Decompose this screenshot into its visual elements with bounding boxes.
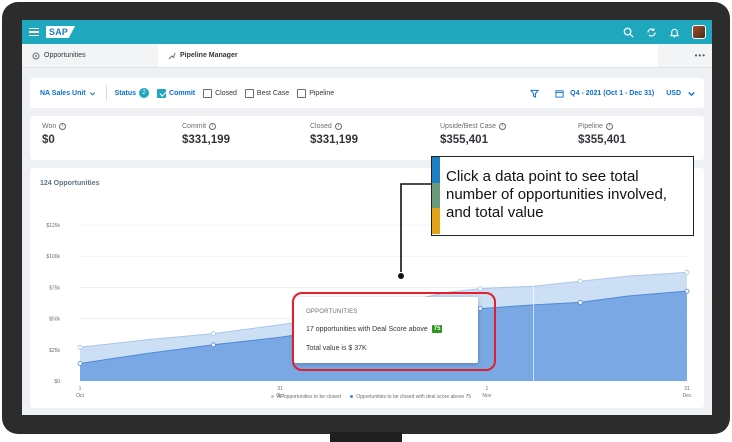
kpi-label: Upside/Best Case: [440, 123, 497, 130]
info-icon[interactable]: i: [334, 123, 342, 130]
data-point-scored: [577, 299, 583, 305]
bell-icon[interactable]: [669, 27, 680, 38]
x-tick-day: 1: [485, 386, 488, 392]
sync-icon[interactable]: [646, 27, 657, 38]
tab-opportunities[interactable]: Opportunities: [22, 44, 158, 67]
divider: [105, 85, 107, 101]
filter-icon[interactable]: [530, 89, 540, 98]
tab-label: Opportunities: [44, 52, 86, 59]
kpi-label: Won: [42, 123, 57, 130]
data-point-all: [577, 278, 583, 284]
checkbox-best-case[interactable]: Best Case: [244, 88, 290, 98]
chevron-down-icon: [89, 91, 95, 96]
data-point-all: [77, 344, 83, 350]
checkbox-box[interactable]: [157, 88, 167, 98]
annotation-callout: Click a data point to see total number o…: [431, 156, 694, 236]
tab-pipeline-manager[interactable]: Pipeline Manager: [158, 44, 658, 67]
search-icon[interactable]: [623, 27, 634, 38]
tab-label: Pipeline Manager: [180, 52, 238, 59]
callout-bar-segment: [432, 208, 440, 234]
status-count-badge: 2: [139, 88, 150, 98]
checkbox-label: Pipeline: [309, 89, 335, 97]
menu-icon[interactable]: [29, 28, 39, 36]
legend-dot-all: [270, 395, 274, 399]
info-icon[interactable]: i: [499, 123, 507, 130]
tablet-stand: [330, 432, 402, 442]
currency-select[interactable]: USD: [666, 90, 681, 97]
opportunities-icon: [32, 52, 40, 59]
y-tick-label: $50k: [49, 317, 60, 323]
y-tick-label: $100k: [46, 254, 60, 260]
legend-dot-scored: [350, 395, 354, 399]
legend-label-scored: Opportunities to be closed with deal sco…: [356, 394, 472, 400]
info-icon[interactable]: i: [605, 123, 613, 130]
checkbox-closed[interactable]: Closed: [203, 88, 237, 98]
kpi-pipeline[interactable]: Pipeline i $355,401: [578, 123, 626, 146]
sales-unit-value: NA Sales Unit: [40, 89, 86, 97]
kpi-strip: Won i $0 Commit i $331,199 Closed i $331,19…: [30, 116, 704, 160]
kpi-upside-best-case[interactable]: Upside/Best Case i $355,401: [440, 123, 507, 146]
y-tick-label: $25k: [49, 348, 60, 354]
kpi-value: $331,199: [310, 134, 358, 146]
sales-unit-select[interactable]: NA Sales Unit: [40, 90, 96, 97]
callout-bar-segment: [432, 182, 440, 209]
checkbox-box[interactable]: [297, 88, 307, 98]
checkbox-label: Commit: [169, 89, 196, 97]
kpi-value: $355,401: [578, 134, 626, 146]
pipeline-icon: [168, 52, 176, 59]
kpi-won[interactable]: Won i $0: [42, 123, 67, 146]
filter-bar: NA Sales Unit Status 2 Commit Closed Bes…: [30, 78, 704, 108]
tab-bar: Opportunities Pipeline Manager •••: [22, 44, 712, 68]
calendar-icon[interactable]: [555, 89, 564, 98]
date-range-select[interactable]: Q4 - 2021 (Oct 1 - Dec 31): [570, 90, 654, 97]
avatar[interactable]: [692, 25, 706, 39]
y-tick-label: $0: [54, 379, 60, 385]
info-icon[interactable]: i: [59, 123, 67, 130]
data-point-scored: [684, 288, 690, 294]
data-point-scored: [77, 361, 83, 366]
x-tick-day: 31: [684, 386, 690, 392]
more-icon[interactable]: •••: [695, 51, 706, 60]
callout-color-bar: [432, 157, 440, 234]
x-tick-day: 1: [79, 386, 82, 392]
data-point-all: [211, 331, 216, 336]
checkbox-commit[interactable]: Commit: [157, 88, 196, 98]
legend-label-all: All opportunities to be closed: [276, 394, 341, 400]
checkbox-label: Best Case: [256, 89, 290, 97]
kpi-label: Commit: [182, 123, 207, 130]
y-tick-label: $75k: [49, 285, 60, 291]
chevron-down-icon[interactable]: [687, 89, 696, 98]
info-icon[interactable]: i: [209, 123, 217, 130]
chart-legend: All opportunities to be closed Opportuni…: [30, 394, 704, 400]
kpi-value: $355,401: [440, 134, 488, 146]
checkbox-label: Closed: [215, 89, 237, 97]
data-point-all: [684, 270, 690, 275]
sap-logo: SAP: [46, 26, 76, 38]
kpi-closed[interactable]: Closed i $331,199: [310, 123, 358, 146]
kpi-label: Pipeline: [578, 123, 603, 130]
data-point-all: [477, 286, 483, 292]
kpi-value: $0: [42, 134, 55, 146]
x-tick-day: 31: [277, 386, 283, 392]
kpi-commit[interactable]: Commit i $331,199: [182, 123, 230, 146]
checkbox-pipeline[interactable]: Pipeline: [297, 88, 335, 98]
kpi-label: Closed: [310, 123, 332, 130]
checkbox-box[interactable]: [203, 88, 213, 98]
y-tick-label: $125k: [46, 223, 60, 229]
data-point-scored: [211, 342, 216, 348]
checkbox-box[interactable]: [244, 88, 254, 98]
shell-bar: SAP: [22, 20, 712, 44]
callout-bar-segment: [432, 157, 440, 183]
kpi-value: $331,199: [182, 134, 230, 146]
status-label: Status: [114, 89, 137, 97]
tooltip-highlight-outline: [292, 292, 496, 371]
callout-text: Click a data point to see total number o…: [446, 168, 667, 221]
